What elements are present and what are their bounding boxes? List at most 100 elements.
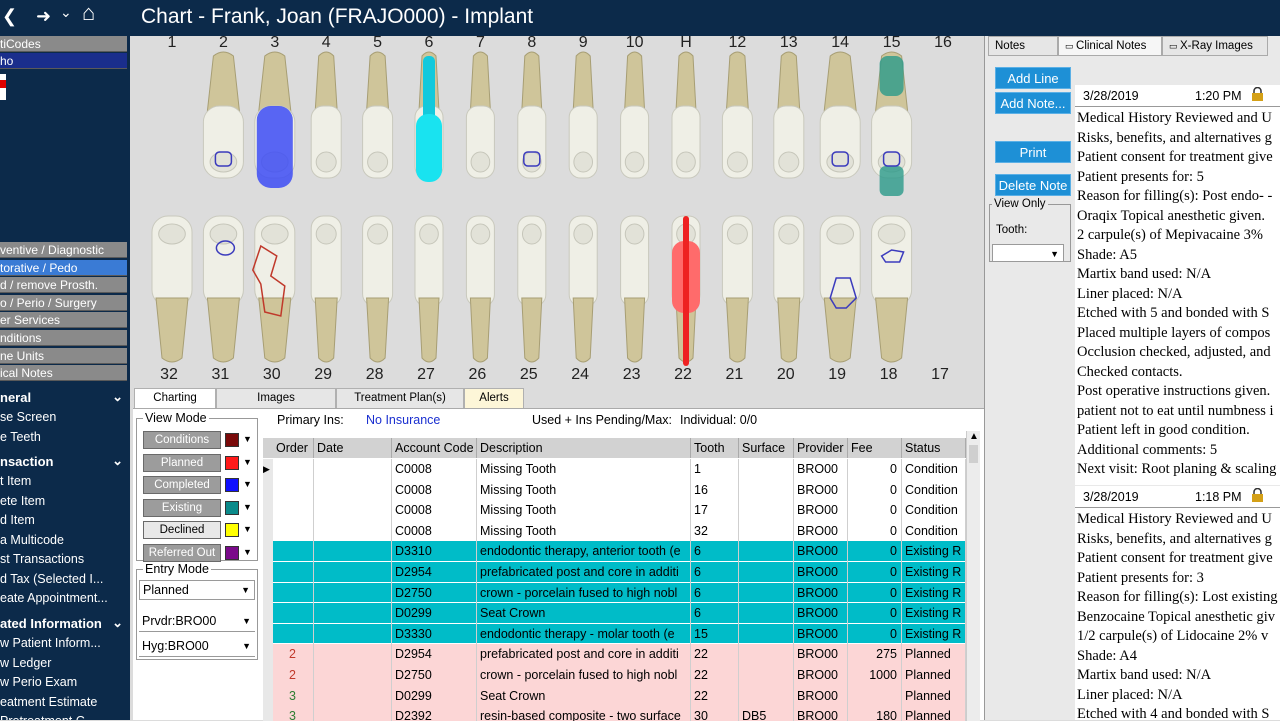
row-selector[interactable] (263, 623, 273, 645)
column-header-status[interactable]: Status (902, 438, 966, 458)
sidebar-section-header[interactable]: neral ⌄ (0, 389, 128, 405)
back-arrow-icon[interactable]: ❮ (2, 7, 17, 25)
column-header-code[interactable]: Account Code (392, 438, 477, 458)
sidebar-section-header[interactable]: ated Information ⌄ (0, 615, 128, 631)
row-selector[interactable] (263, 685, 273, 707)
home-icon[interactable]: ⌂ (82, 2, 95, 24)
sidebar-action-item[interactable]: ete Item (0, 494, 45, 508)
sidebar-action-item[interactable]: e Teeth (0, 430, 41, 444)
upper-tooth[interactable] (721, 51, 753, 179)
sidebar-action-item[interactable]: se Screen (0, 410, 56, 424)
provider-select[interactable]: Prvdr:BRO00 ▼ (139, 612, 255, 632)
tab-clinical-notes[interactable]: ▭ Clinical Notes (1058, 36, 1162, 56)
color-swatch[interactable] (225, 523, 239, 537)
chevron-down-icon[interactable]: ▼ (243, 547, 252, 557)
add-line-button[interactable]: Add Line (995, 67, 1071, 89)
chevron-down-icon[interactable]: ⌄ (112, 389, 123, 405)
row-selector[interactable] (263, 520, 273, 542)
teeth-graphic[interactable] (133, 36, 984, 388)
lower-tooth[interactable] (202, 215, 244, 363)
sidebar-action-item[interactable]: eatment Estimate (0, 695, 97, 709)
column-header-desc[interactable]: Description (477, 438, 691, 458)
sidebar-procedure-group[interactable]: torative / Pedo (0, 259, 127, 276)
sidebar-action-item[interactable]: Pretreatment C... (0, 714, 95, 720)
lower-tooth[interactable] (362, 215, 394, 363)
table-row[interactable]: 3 D2392 resin-based composite - two surfac… (263, 706, 966, 721)
table-row[interactable]: D0299 Seat Crown 6 BRO00 0 Existing R (263, 603, 966, 624)
view-mode-conditions-button[interactable]: Conditions (143, 431, 221, 449)
row-selector[interactable] (263, 500, 273, 521)
column-header-provider[interactable]: Provider (794, 438, 848, 458)
lower-tooth[interactable] (871, 215, 913, 363)
lower-tooth[interactable] (151, 215, 193, 363)
tab-xray-images[interactable]: ▭ X-Ray Images (1162, 36, 1268, 56)
table-row[interactable]: C0008 Missing Tooth 16 BRO00 0 Condition (263, 479, 966, 501)
table-row[interactable]: C0008 Missing Tooth 32 BRO00 0 Condition (263, 520, 966, 542)
sidebar-action-item[interactable]: a Multicode (0, 533, 64, 547)
table-row[interactable]: D2750 crown - porcelain fused to high nob… (263, 582, 966, 604)
color-swatch[interactable] (225, 500, 239, 515)
tab-charting[interactable]: Charting (134, 388, 216, 408)
upper-tooth[interactable] (202, 51, 244, 179)
lower-tooth[interactable] (568, 215, 598, 363)
row-selector[interactable] (263, 479, 273, 501)
chevron-down-icon[interactable]: ▼ (243, 524, 252, 534)
column-header-order[interactable]: Order (273, 438, 314, 458)
chevron-down-icon[interactable]: ▼ (243, 502, 252, 512)
row-selector[interactable] (263, 582, 273, 604)
print-button[interactable]: Print (995, 141, 1071, 163)
sidebar-action-item[interactable]: w Patient Inform... (0, 636, 101, 650)
upper-tooth[interactable] (310, 51, 342, 179)
column-header-tooth[interactable]: Tooth (691, 438, 739, 458)
color-swatch[interactable] (225, 433, 239, 447)
column-header-date[interactable]: Date (314, 438, 392, 458)
sidebar-action-item[interactable]: st Transactions (0, 552, 84, 566)
sidebar-action-item[interactable]: w Ledger (0, 656, 51, 670)
view-mode-completed-button[interactable]: Completed (143, 476, 221, 494)
table-row[interactable]: D2954 prefabricated post and core in addi… (263, 562, 966, 583)
tab-images[interactable]: Images (216, 388, 336, 408)
column-header-fee[interactable]: Fee (848, 438, 902, 458)
upper-tooth[interactable] (819, 51, 861, 179)
history-dropdown-icon[interactable]: ⌄ (60, 3, 72, 21)
sidebar-procedure-group[interactable]: o / Perio / Surgery (0, 294, 127, 311)
tab-treatment-plans[interactable]: Treatment Plan(s) (336, 388, 464, 408)
lower-tooth[interactable] (721, 215, 753, 363)
color-swatch[interactable] (225, 545, 239, 560)
sidebar-procedure-group[interactable]: er Services (0, 312, 127, 329)
table-row[interactable]: D3310 endodontic therapy, anterior tooth … (263, 541, 966, 562)
sidebar-item-multicodes[interactable]: tiCodes (0, 36, 127, 52)
lower-tooth[interactable] (310, 215, 342, 363)
row-selector[interactable] (263, 603, 273, 624)
row-selector[interactable] (263, 706, 273, 721)
clinical-note[interactable]: 3/28/2019 1:20 PM Medical History Reviewed… (1075, 85, 1280, 485)
upper-tooth[interactable] (620, 51, 650, 179)
clinical-note[interactable]: 3/28/2019 1:18 PM Medical History Reviewed… (1075, 486, 1280, 720)
sidebar-item-selected[interactable]: ho (0, 53, 127, 69)
procedure-grid[interactable]: Order Date Account Code Description Tooth Sur… (263, 438, 966, 721)
table-row[interactable]: ▶ C0008 Missing Tooth 1 BRO00 0 Condition (263, 459, 966, 480)
add-note-button[interactable]: Add Note... (995, 92, 1071, 114)
sidebar-action-item[interactable]: d Item (0, 513, 35, 527)
sidebar-procedure-group[interactable]: nditions (0, 330, 127, 346)
delete-note-button[interactable]: Delete Note (995, 174, 1071, 196)
upper-tooth[interactable] (671, 51, 701, 179)
table-row[interactable]: D3330 endodontic therapy - molar tooth (e… (263, 623, 966, 645)
view-mode-planned-button[interactable]: Planned (143, 453, 221, 472)
upper-tooth[interactable] (568, 51, 598, 179)
color-swatch[interactable] (225, 455, 239, 470)
scroll-thumb[interactable] (969, 445, 978, 463)
tooth-chart[interactable]: 1 2 3 4 5 6 7 8 9 10 H 12 13 14 15 16 32 31 30 29 28 27 26 25 2… (133, 34, 984, 388)
sidebar-action-item[interactable]: eate Appointment... (0, 591, 108, 605)
sidebar-procedure-group[interactable]: ne Units (0, 347, 127, 364)
sidebar-action-item[interactable]: t Item (0, 474, 31, 488)
view-mode-referred-out-button[interactable]: Referred Out (143, 543, 221, 562)
chevron-down-icon[interactable]: ▼ (243, 457, 252, 467)
hygienist-select[interactable]: Hyg:BRO00 ▼ (139, 637, 255, 657)
lower-tooth[interactable] (773, 215, 805, 363)
lower-tooth[interactable] (517, 215, 547, 363)
row-selector[interactable]: ▶ (263, 459, 273, 480)
table-row[interactable]: C0008 Missing Tooth 17 BRO00 0 Condition (263, 500, 966, 521)
sidebar-procedure-group[interactable]: ical Notes (0, 365, 127, 382)
lower-tooth[interactable] (620, 215, 650, 363)
